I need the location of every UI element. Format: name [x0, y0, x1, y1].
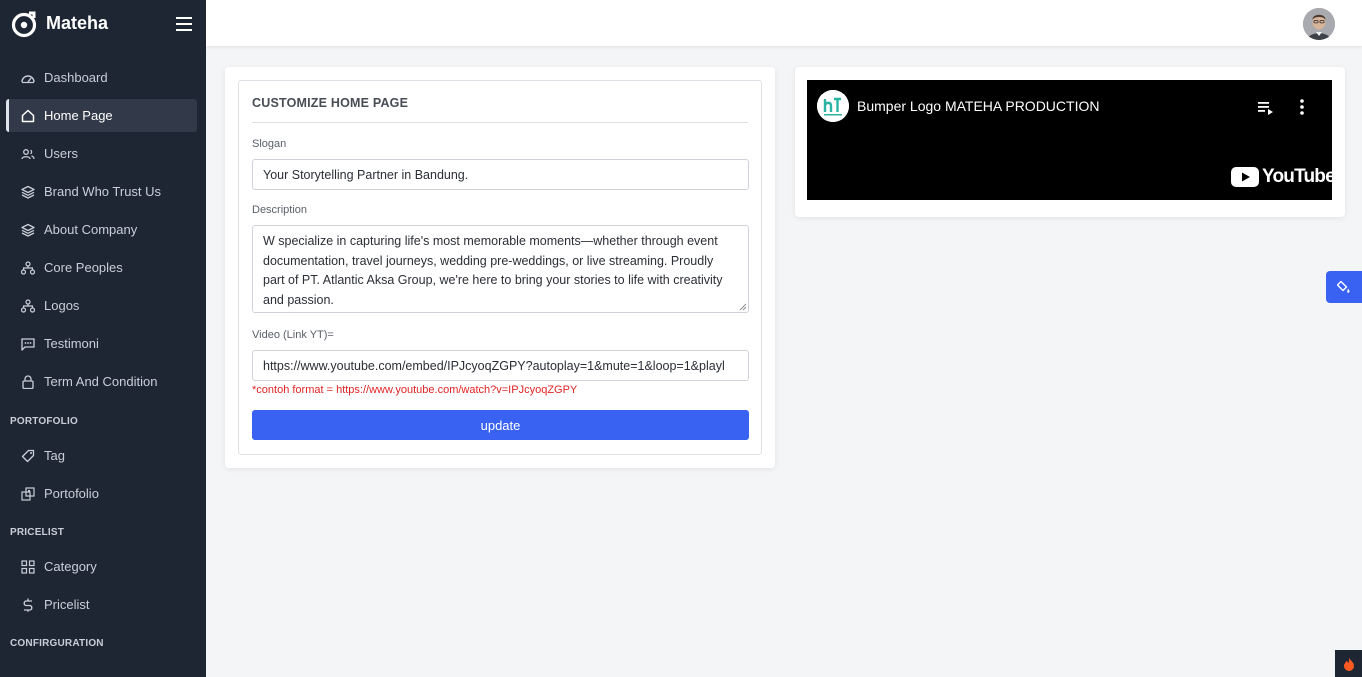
description-label: Description: [252, 204, 308, 216]
gallery-icon: [20, 486, 36, 502]
more-options-icon[interactable]: [1295, 98, 1309, 116]
youtube-logo[interactable]: YouTube: [1231, 165, 1336, 189]
sidebar-item-users[interactable]: Users: [6, 137, 197, 170]
youtube-embed[interactable]: Bumper Logo MATEHA PRODUCTION YouTube: [807, 80, 1336, 200]
sidebar-item-tag[interactable]: Tag: [6, 439, 197, 472]
sidebar-item-label: About Company: [44, 222, 138, 237]
sidebar-item-portofolio[interactable]: Portofolio: [6, 477, 197, 510]
sidebar-item-label: Category: [44, 559, 97, 574]
users-icon: [20, 146, 36, 162]
video-format-hint: *contoh format = https://www.youtube.com…: [252, 384, 578, 396]
home-icon: [20, 108, 36, 124]
sidebar-item-category[interactable]: Category: [6, 550, 197, 583]
sidebar-nav: Dashboard Home Page Users Brand Who Trus…: [0, 47, 206, 649]
form-title: CUSTOMIZE HOME PAGE: [252, 81, 748, 123]
corner-badge[interactable]: [1335, 650, 1362, 677]
sidebar-item-label: Pricelist: [44, 597, 90, 612]
brand: Mateha: [0, 0, 206, 47]
avatar-image: [1303, 8, 1335, 40]
menu-toggle-icon[interactable]: [172, 12, 196, 36]
customize-home-page-card: CUSTOMIZE HOME PAGE Slogan Your Storytel…: [225, 67, 775, 468]
slogan-label: Slogan: [252, 138, 287, 150]
video-link-label: Video (Link YT)=: [252, 329, 334, 341]
video-title[interactable]: Bumper Logo MATEHA PRODUCTION: [857, 98, 1099, 114]
sidebar-item-core-peoples[interactable]: Core Peoples: [6, 251, 197, 284]
dollar-icon: [20, 597, 36, 613]
layers-icon: [20, 222, 36, 238]
sidebar-item-label: Term And Condition: [44, 374, 158, 389]
sidebar-item-testimoni[interactable]: Testimoni: [6, 327, 197, 360]
dashboard-icon: [20, 70, 36, 86]
message-icon: [20, 336, 36, 352]
sidebar: Mateha Dashboard Home Page Users Brand W…: [0, 0, 206, 677]
sidebar-item-label: Logos: [44, 298, 80, 313]
video-preview-card: Bumper Logo MATEHA PRODUCTION YouTube: [795, 67, 1345, 217]
customize-home-page-form: CUSTOMIZE HOME PAGE Slogan Your Storytel…: [238, 80, 762, 455]
playlist-add-icon[interactable]: [1257, 99, 1275, 117]
paint-brush-icon: [1337, 280, 1350, 293]
sidebar-item-home-page[interactable]: Home Page: [6, 99, 197, 132]
grid-icon: [20, 559, 36, 575]
resize-grip-icon[interactable]: [739, 303, 747, 311]
lock-icon: [20, 374, 36, 390]
update-button[interactable]: update: [252, 410, 749, 440]
section-title-pricelist: PRICELIST: [10, 527, 65, 538]
sidebar-item-term-and-condition[interactable]: Term And Condition: [6, 365, 197, 398]
tag-icon: [20, 448, 36, 464]
section-title-portofolio: PORTOFOLIO: [10, 416, 78, 427]
slogan-input[interactable]: Your Storytelling Partner in Bandung.: [252, 159, 749, 190]
channel-logo-icon: [817, 90, 849, 122]
brand-logo-icon[interactable]: [10, 10, 38, 38]
topbar: [206, 0, 1362, 47]
sidebar-item-label: Dashboard: [44, 70, 108, 85]
section-title-configuration: CONFIRGURATION: [10, 638, 104, 649]
layers-icon: [20, 184, 36, 200]
sidebar-item-label: Portofolio: [44, 486, 99, 501]
channel-avatar[interactable]: [817, 90, 849, 122]
sidebar-item-about-company[interactable]: About Company: [6, 213, 197, 246]
sidebar-item-pricelist[interactable]: Pricelist: [6, 588, 197, 621]
sidebar-item-label: Tag: [44, 448, 65, 463]
sidebar-item-label: Brand Who Trust Us: [44, 184, 162, 199]
description-textarea[interactable]: W specialize in capturing life's most me…: [252, 225, 749, 313]
theme-customizer-button[interactable]: [1326, 271, 1362, 303]
hierarchy-icon: [20, 298, 36, 314]
video-link-input[interactable]: https://www.youtube.com/embed/IPJcyoqZGP…: [252, 350, 749, 381]
youtube-play-icon: [1231, 167, 1259, 187]
fire-icon: [1343, 657, 1354, 671]
sidebar-item-label: Core Peoples: [44, 260, 123, 275]
sidebar-item-label: Users: [44, 146, 78, 161]
sidebar-item-brand-who-trust-us[interactable]: Brand Who Trust Us: [6, 175, 197, 208]
brand-name[interactable]: Mateha: [46, 13, 172, 34]
sidebar-item-logos[interactable]: Logos: [6, 289, 197, 322]
sidebar-item-label: Home Page: [44, 108, 113, 123]
youtube-wordmark: YouTube: [1262, 166, 1336, 187]
description-text: W specialize in capturing life's most me…: [263, 234, 723, 307]
user-avatar[interactable]: [1303, 8, 1335, 40]
hierarchy-icon: [20, 260, 36, 276]
sidebar-item-label: Testimoni: [44, 336, 99, 351]
sidebar-item-dashboard[interactable]: Dashboard: [6, 61, 197, 94]
